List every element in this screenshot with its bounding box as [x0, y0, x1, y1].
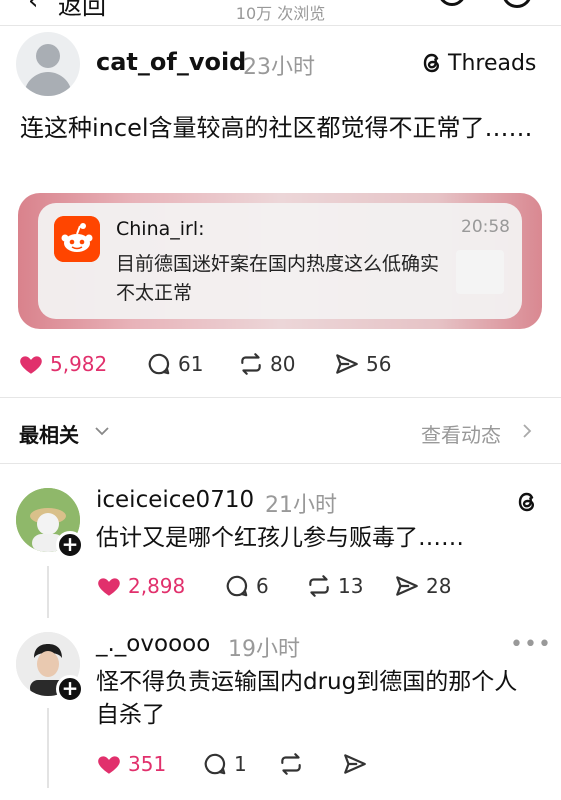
comment-button[interactable]: 6 — [224, 573, 306, 599]
divider — [0, 463, 561, 464]
like-button[interactable]: 5,982 — [18, 351, 146, 377]
repost-button[interactable]: 80 — [238, 351, 334, 377]
share-icon — [344, 754, 366, 774]
avatar[interactable] — [16, 32, 80, 96]
share-icon — [336, 354, 358, 374]
like-button[interactable]: 351 — [96, 751, 202, 777]
like-count: 5,982 — [50, 352, 108, 376]
notification-body: 目前德国迷奸案在国内热度这么低确实不太正常 — [116, 253, 440, 304]
repost-button[interactable]: 13 — [306, 573, 394, 599]
avatar-body — [24, 72, 72, 96]
share-count: 28 — [426, 574, 452, 598]
comment-text: 怪不得负责运输国内drug到德国的那个人自杀了 — [96, 669, 518, 728]
share-count: 56 — [366, 352, 392, 376]
comment-button[interactable]: 1 — [202, 751, 278, 777]
comment-button[interactable]: 61 — [146, 351, 238, 377]
heart-icon — [98, 756, 120, 774]
threads-logo-icon — [518, 492, 535, 512]
like-count: 2,898 — [128, 574, 186, 598]
comment-username[interactable]: iceiceice0710 — [96, 487, 254, 513]
threads-source-badge[interactable]: Threads — [420, 48, 536, 78]
post-actions: 5,982 61 80 56 — [18, 349, 391, 379]
comment-username[interactable]: _._ovoooo — [96, 631, 210, 657]
thread-line — [47, 708, 49, 788]
divider — [0, 25, 561, 26]
divider — [0, 397, 561, 398]
comment-text: 估计又是哪个红孩儿参与贩毒了…… — [96, 525, 464, 551]
heart-icon — [98, 578, 120, 596]
add-follow-icon[interactable]: + — [56, 675, 84, 703]
repost-icon — [309, 575, 329, 597]
repost-icon — [241, 353, 261, 375]
notification-thumbnail — [456, 250, 504, 294]
notification-time: 20:58 — [461, 217, 510, 237]
chevron-down-icon[interactable] — [92, 421, 112, 441]
share-button[interactable] — [342, 751, 374, 777]
reddit-icon — [54, 216, 100, 262]
like-count: 351 — [128, 752, 167, 776]
top-bar: ‹ 返回 10万 次浏览 — [0, 0, 561, 26]
view-count: 10万 次浏览 — [235, 4, 326, 23]
repost-count: 80 — [270, 352, 296, 376]
like-button[interactable]: 2,898 — [96, 573, 224, 599]
sort-dropdown[interactable]: 最相关 — [19, 419, 79, 448]
threads-label: Threads — [448, 50, 537, 76]
repost-button[interactable] — [278, 751, 342, 777]
post-text: 连这种incel含量较高的社区都觉得不正常了…… — [20, 114, 533, 142]
comment-count: 1 — [234, 752, 247, 776]
notification-sender: China_irl: — [116, 218, 205, 240]
comment-count: 61 — [178, 352, 204, 376]
heart-icon — [20, 356, 42, 374]
thread-line — [47, 566, 49, 618]
view-activity-link[interactable]: 查看动态 — [421, 419, 501, 448]
threads-logo-icon — [423, 53, 440, 73]
comment-icon — [226, 575, 248, 597]
comment-time: 21小时 — [265, 493, 337, 518]
comment-time: 19小时 — [228, 637, 300, 662]
comment-icon — [148, 353, 170, 375]
add-follow-icon[interactable]: + — [56, 531, 84, 559]
post-time: 23小时 — [243, 55, 315, 80]
comment-actions: 2,898 6 13 28 — [96, 571, 451, 601]
share-button[interactable]: 56 — [334, 351, 391, 377]
chevron-right-icon[interactable] — [518, 422, 536, 440]
repost-count: 13 — [338, 574, 364, 598]
repost-icon — [281, 753, 301, 775]
comment-icon — [204, 753, 226, 775]
share-icon — [396, 576, 418, 596]
more-icon[interactable]: ••• — [510, 632, 552, 657]
comment-count: 6 — [256, 574, 269, 598]
post-username[interactable]: cat_of_void — [96, 48, 246, 76]
comment-actions: 351 1 — [96, 749, 374, 779]
share-button[interactable]: 28 — [394, 573, 451, 599]
avatar-head — [36, 44, 60, 68]
